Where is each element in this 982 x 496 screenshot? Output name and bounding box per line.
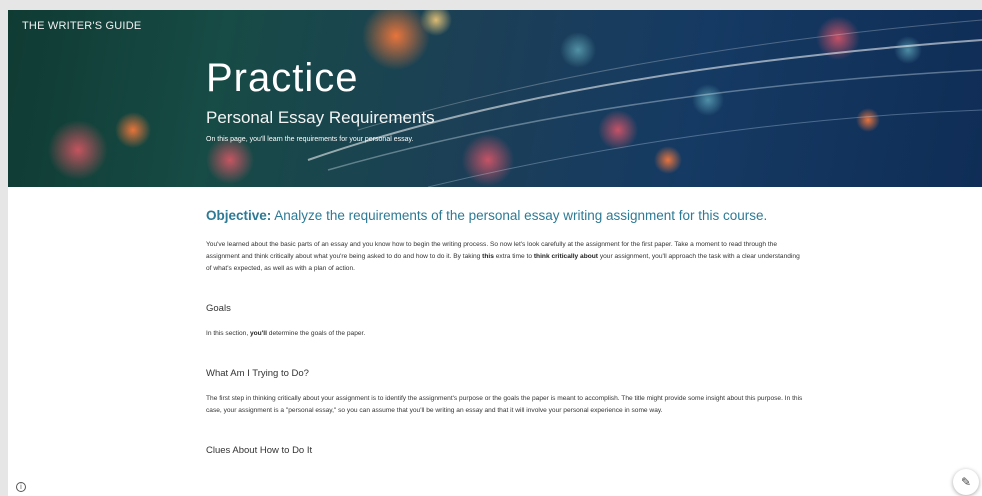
trying-paragraph: The first step in thinking critically ab…: [206, 395, 803, 414]
intro-bold-2: think critically about: [533, 253, 598, 260]
site-title[interactable]: THE WRITER'S GUIDE: [22, 20, 141, 32]
page-title: Practice: [206, 56, 359, 100]
goals-text-1: In this section,: [206, 330, 250, 337]
goals-paragraph: In this section, you'll determine the go…: [206, 328, 806, 340]
objective-label: Objective:: [206, 208, 272, 223]
intro-text-2: extra time to: [493, 253, 534, 260]
page-intro: On this page, you'll learn the requireme…: [206, 136, 414, 143]
objective-heading: Objective: Analyze the requirements of t…: [206, 207, 806, 225]
pencil-icon[interactable]: ✎: [953, 469, 979, 495]
objective-text: Analyze the requirements of the personal…: [271, 208, 768, 223]
trying-heading: What Am I Trying to Do?: [206, 368, 309, 379]
main-content: Objective: Analyze the requirements of t…: [206, 207, 806, 470]
goals-text-2: determine the goals of the paper.: [266, 330, 366, 337]
goals-bold: you'll: [249, 330, 267, 337]
intro-paragraph: You've learned about the basic parts of …: [206, 239, 806, 275]
hero-background-image: [48, 10, 982, 187]
page: THE WRITER'S GUIDE Practice Personal Ess…: [8, 10, 982, 496]
goals-heading: Goals: [206, 303, 231, 314]
intro-bold-1: this: [482, 253, 494, 260]
clues-heading: Clues About How to Do It: [206, 445, 313, 456]
info-icon[interactable]: i: [16, 482, 26, 492]
hero-banner: THE WRITER'S GUIDE Practice Personal Ess…: [8, 10, 982, 187]
page-subtitle: Personal Essay Requirements: [206, 108, 435, 127]
